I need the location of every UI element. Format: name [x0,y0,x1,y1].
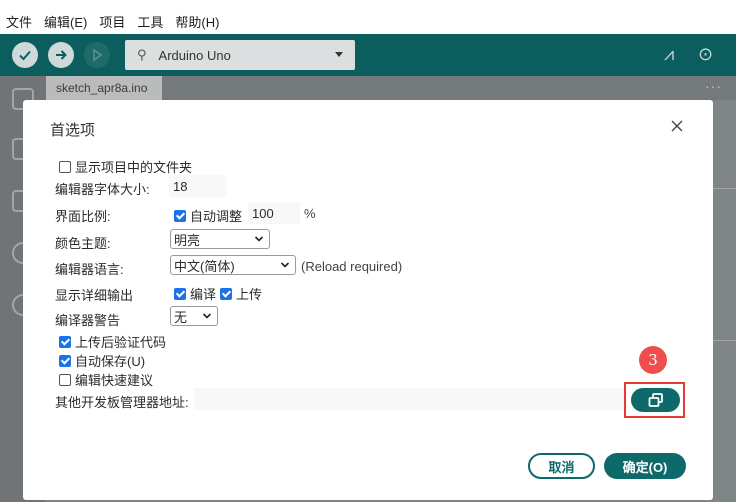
auto-scale-row[interactable]: 自动调整 [174,206,242,225]
menu-tools[interactable]: 工具 [137,12,163,31]
font-size-input[interactable]: 18 [169,175,226,197]
theme-value: 明亮 [174,232,201,248]
verbose-upload-checkbox[interactable] [220,287,232,300]
warnings-value: 无 [174,309,188,325]
verify-after-upload-row[interactable]: 上传后验证代码 [59,332,166,351]
verbose-compile-checkbox[interactable] [174,287,186,300]
chevron-down-icon [280,262,290,268]
editor-tab-bar: sketch_apr8a.ino ··· [46,76,736,100]
board-urls-input[interactable] [194,388,626,410]
theme-select[interactable]: 明亮 [170,229,270,249]
preferences-dialog: 首选项 显示项目中的文件夹 编辑器字体大小: 18 界面比例: 自动调整 100… [23,100,713,500]
verify-after-upload-label: 上传后验证代码 [75,335,167,350]
menu-bar: 文件 编辑(E) 项目 工具 帮助(H) [0,8,736,34]
menu-edit[interactable]: 编辑(E) [44,12,87,31]
debug-icon [93,48,103,62]
verbose-label: 显示详细输出 [55,288,134,303]
warnings-select[interactable]: 无 [170,306,218,326]
file-tab[interactable]: sketch_apr8a.ino [46,76,162,100]
theme-label: 颜色主题: [55,236,111,251]
menu-sketch[interactable]: 项目 [99,12,125,31]
ok-button[interactable]: 确定(O) [604,453,686,479]
chevron-down-icon [335,52,343,57]
show-sketch-folder-label: 显示项目中的文件夹 [75,160,193,175]
font-size-label: 编辑器字体大小: [55,182,150,197]
usb-icon: ⚲ [137,47,147,62]
divider [713,188,736,189]
board-selector[interactable]: ⚲ Arduino Uno [125,40,355,70]
chevron-down-icon [254,236,264,242]
divider [713,340,736,341]
quick-suggestions-row[interactable]: 编辑快速建议 [59,370,153,389]
language-value: 中文(简体) [174,258,235,274]
open-window-icon [648,393,663,407]
title-bar [0,0,736,8]
show-sketch-folder-row[interactable]: 显示项目中的文件夹 [59,157,192,176]
interface-scale-input[interactable]: 100 [248,202,300,224]
auto-scale-checkbox[interactable] [174,209,186,222]
toolbar: ⚲ Arduino Uno ⩘ ⊙ [0,34,736,76]
show-sketch-folder-checkbox[interactable] [59,160,71,173]
serial-plotter-icon[interactable]: ⩘ [664,44,674,65]
language-select[interactable]: 中文(简体) [170,255,296,275]
verbose-compile-label: 编译 [190,287,217,302]
verbose-upload-label: 上传 [236,287,263,302]
step-badge: 3 [639,346,667,374]
auto-save-row[interactable]: 自动保存(U) [59,351,145,370]
verbose-upload-row[interactable]: 上传 [220,284,262,303]
dialog-title: 首选项 [50,122,96,139]
verify-after-upload-checkbox[interactable] [59,335,71,348]
verify-button[interactable] [12,42,38,68]
reload-note: (Reload required) [301,259,403,274]
auto-scale-label: 自动调整 [190,209,243,224]
upload-icon [56,50,67,60]
chevron-down-icon [202,313,212,319]
verify-icon [19,50,31,61]
close-icon[interactable] [669,118,685,134]
auto-save-checkbox[interactable] [59,354,71,367]
language-label: 编辑器语言: [55,262,124,277]
more-icon[interactable]: ··· [705,78,722,94]
serial-monitor-icon[interactable]: ⊙ [698,44,713,65]
interface-scale-label: 界面比例: [55,209,111,224]
percent-unit: % [304,206,316,221]
verbose-compile-row[interactable]: 编译 [174,284,216,303]
auto-save-label: 自动保存(U) [75,354,146,369]
board-urls-label: 其他开发板管理器地址: [55,395,189,410]
upload-button[interactable] [48,42,74,68]
quick-suggestions-label: 编辑快速建议 [75,373,154,388]
menu-file[interactable]: 文件 [6,12,32,31]
editor-area [713,100,736,502]
open-urls-editor-button[interactable] [631,388,680,412]
debug-button[interactable] [84,42,110,68]
menu-help[interactable]: 帮助(H) [175,12,219,31]
warnings-label: 编译器警告 [55,313,121,328]
board-name: Arduino Uno [158,47,231,63]
quick-suggestions-checkbox[interactable] [59,373,71,386]
cancel-button[interactable]: 取消 [528,453,595,479]
